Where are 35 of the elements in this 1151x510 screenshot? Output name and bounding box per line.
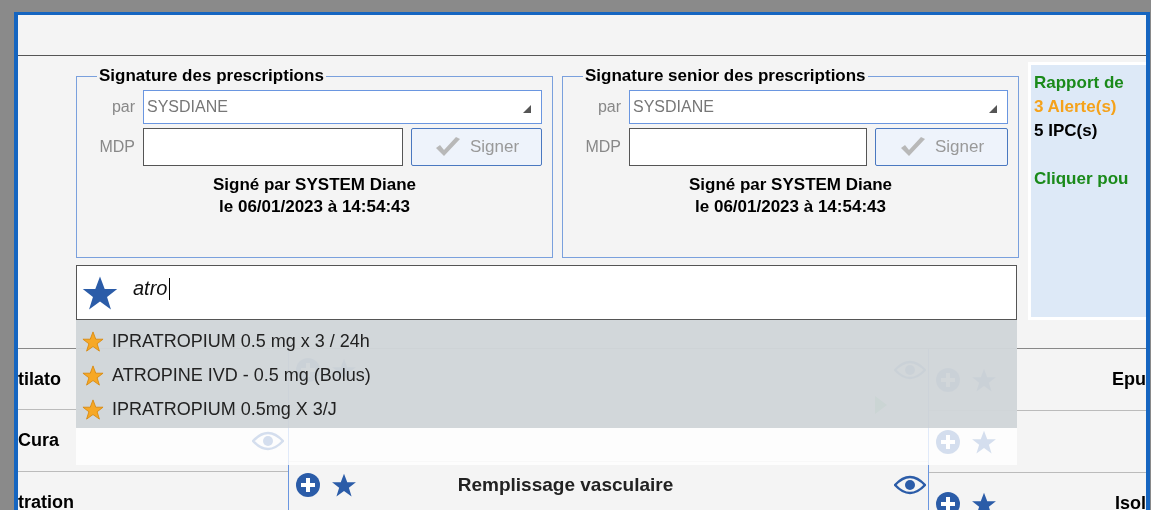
user-dropdown[interactable]: SYSDIANE <box>143 90 542 124</box>
signed-by-text: Signé par SYSTEM Diane le 06/01/2023 à 14:54:43 <box>211 174 418 218</box>
section-title: tilato <box>18 368 61 390</box>
section-title: Epu <box>1112 369 1146 390</box>
field-label: MDP <box>98 138 135 156</box>
star-icon[interactable] <box>331 472 357 498</box>
section-title: tration <box>18 492 74 510</box>
section-title: Cura <box>18 430 59 451</box>
star-icon <box>82 330 104 352</box>
report-line: 3 Alerte(s) <box>1034 96 1118 118</box>
field-label: par <box>596 98 621 116</box>
report-line: Rapport de <box>1034 72 1125 94</box>
signed-by-text: Signé par SYSTEM Diane le 06/01/2023 à 14:54:43 <box>687 174 894 218</box>
user-dropdown[interactable]: SYSDIANE <box>629 90 1008 124</box>
group-title: Signature des prescriptions <box>98 66 325 86</box>
report-link[interactable]: Cliquer pou <box>1034 167 1146 191</box>
search-field[interactable]: atro <box>76 265 1017 320</box>
eye-icon[interactable] <box>894 475 926 495</box>
star-icon <box>82 398 104 420</box>
add-icon[interactable] <box>295 472 321 498</box>
section-title: Isol <box>1115 493 1146 510</box>
suggestion-item[interactable]: IPRATROPIUM 0.5mg X 3/J <box>76 392 1017 426</box>
field-label: par <box>110 98 135 116</box>
suggestion-item[interactable]: ATROPINE IVD - 0.5 mg (Bolus) <box>76 358 1017 392</box>
section-title: Remplissage vasculaire <box>457 474 674 496</box>
dropdown-arrow-icon <box>989 105 997 113</box>
add-icon[interactable] <box>935 490 961 510</box>
dropdown-arrow-icon <box>523 105 531 113</box>
password-field[interactable] <box>629 128 867 166</box>
suggestion-item[interactable]: IPRATROPIUM 0.5 mg x 3 / 24h <box>76 324 1017 358</box>
group-title: Signature senior des prescriptions <box>584 66 867 86</box>
password-field[interactable] <box>143 128 403 166</box>
star-icon <box>82 364 104 386</box>
report-line: 5 IPC(s) <box>1034 120 1099 142</box>
field-label: MDP <box>584 138 621 156</box>
